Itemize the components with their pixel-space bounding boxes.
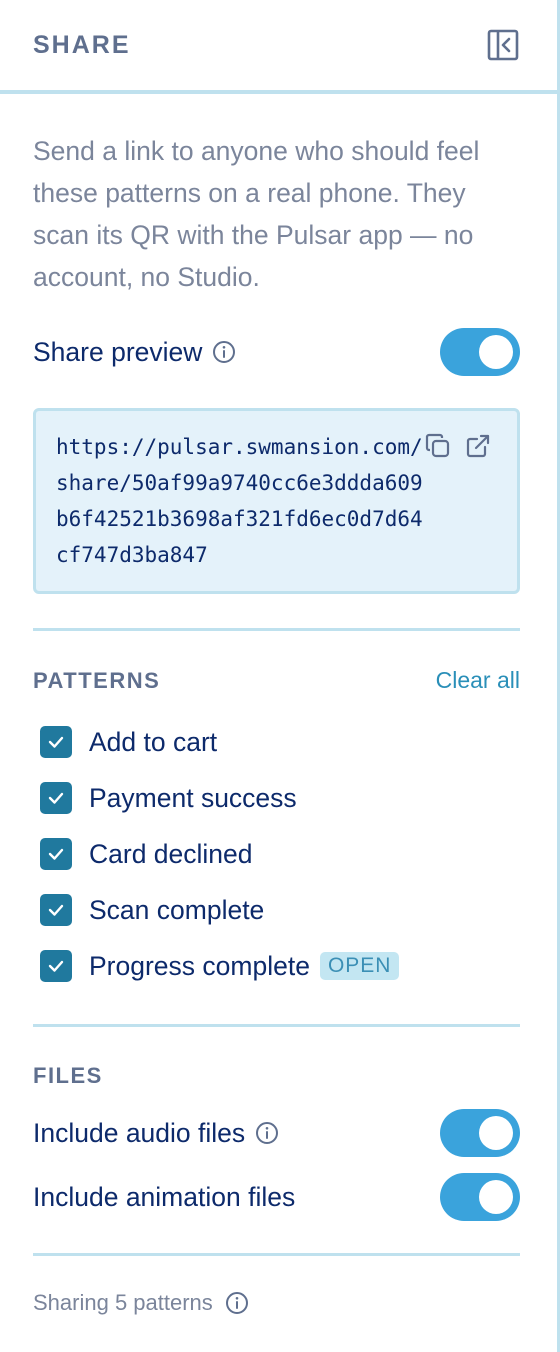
toggle-knob	[479, 1116, 513, 1150]
toggle-knob	[479, 335, 513, 369]
sidebar-collapse-button[interactable]	[487, 29, 519, 61]
include-animation-toggle[interactable]	[440, 1173, 520, 1221]
files-title: FILES	[33, 1063, 103, 1088]
pattern-label: Add to cart	[89, 726, 218, 757]
share-panel: SHARE Send a link to anyone who should f…	[0, 0, 560, 1352]
include-audio-toggle[interactable]	[440, 1109, 520, 1157]
checkbox[interactable]	[40, 726, 72, 758]
check-icon	[48, 904, 64, 916]
checkbox[interactable]	[40, 894, 72, 926]
check-icon	[48, 736, 64, 748]
share-url-box[interactable]: https://pulsar.swmansion.com/share/50af9…	[33, 408, 520, 594]
checkbox[interactable]	[40, 838, 72, 870]
external-link-icon[interactable]	[465, 433, 491, 459]
pattern-label: Card declined	[89, 838, 253, 869]
share-preview-toggle[interactable]	[440, 328, 520, 376]
pattern-label: Payment success	[89, 782, 297, 813]
checkbox[interactable]	[40, 782, 72, 814]
info-icon[interactable]	[255, 1121, 279, 1145]
info-icon[interactable]	[212, 340, 236, 364]
pattern-item-card-declined[interactable]: Card declined	[33, 826, 520, 882]
check-icon	[48, 792, 64, 804]
check-icon	[48, 960, 64, 972]
url-actions	[425, 433, 491, 459]
panel-title: SHARE	[33, 30, 131, 59]
divider	[33, 1024, 520, 1027]
pattern-item-progress-complete[interactable]: Progress complete OPEN	[33, 938, 520, 994]
include-animation-label: Include animation files	[33, 1181, 296, 1212]
divider	[33, 1253, 520, 1256]
divider	[33, 628, 520, 631]
share-preview-row: Share preview	[33, 328, 520, 376]
clear-all-link[interactable]: Clear all	[436, 667, 520, 694]
pattern-list: Add to cart Payment success Card decline…	[33, 714, 520, 994]
copy-icon[interactable]	[425, 433, 451, 459]
pattern-label: Scan complete	[89, 894, 265, 925]
pattern-item-payment-success[interactable]: Payment success	[33, 770, 520, 826]
share-url[interactable]: https://pulsar.swmansion.com/share/50af9…	[56, 429, 426, 573]
panel-header: SHARE	[0, 0, 557, 94]
sidebar-collapse-icon	[487, 29, 519, 61]
open-badge: OPEN	[319, 952, 400, 980]
patterns-header: PATTERNS Clear all	[33, 667, 520, 694]
toggle-knob	[479, 1180, 513, 1214]
pattern-label: Progress complete	[89, 950, 310, 981]
patterns-title: PATTERNS	[33, 667, 161, 693]
pattern-item-scan-complete[interactable]: Scan complete	[33, 882, 520, 938]
check-icon	[48, 848, 64, 860]
intro-text: Send a link to anyone who should feel th…	[33, 136, 480, 292]
sharing-count-text: Sharing 5 patterns	[33, 1290, 213, 1315]
share-preview-label: Share preview	[33, 336, 203, 367]
include-audio-label-group: Include audio files	[33, 1118, 279, 1149]
pattern-item-add-to-cart[interactable]: Add to cart	[33, 714, 520, 770]
info-icon[interactable]	[225, 1291, 249, 1315]
include-audio-row: Include audio files	[33, 1109, 520, 1157]
footer-status: Sharing 5 patterns	[33, 1290, 520, 1316]
checkbox[interactable]	[40, 950, 72, 982]
include-animation-row: Include animation files	[33, 1173, 520, 1221]
share-preview-label-group: Share preview	[33, 337, 236, 368]
include-audio-label: Include audio files	[33, 1117, 246, 1148]
